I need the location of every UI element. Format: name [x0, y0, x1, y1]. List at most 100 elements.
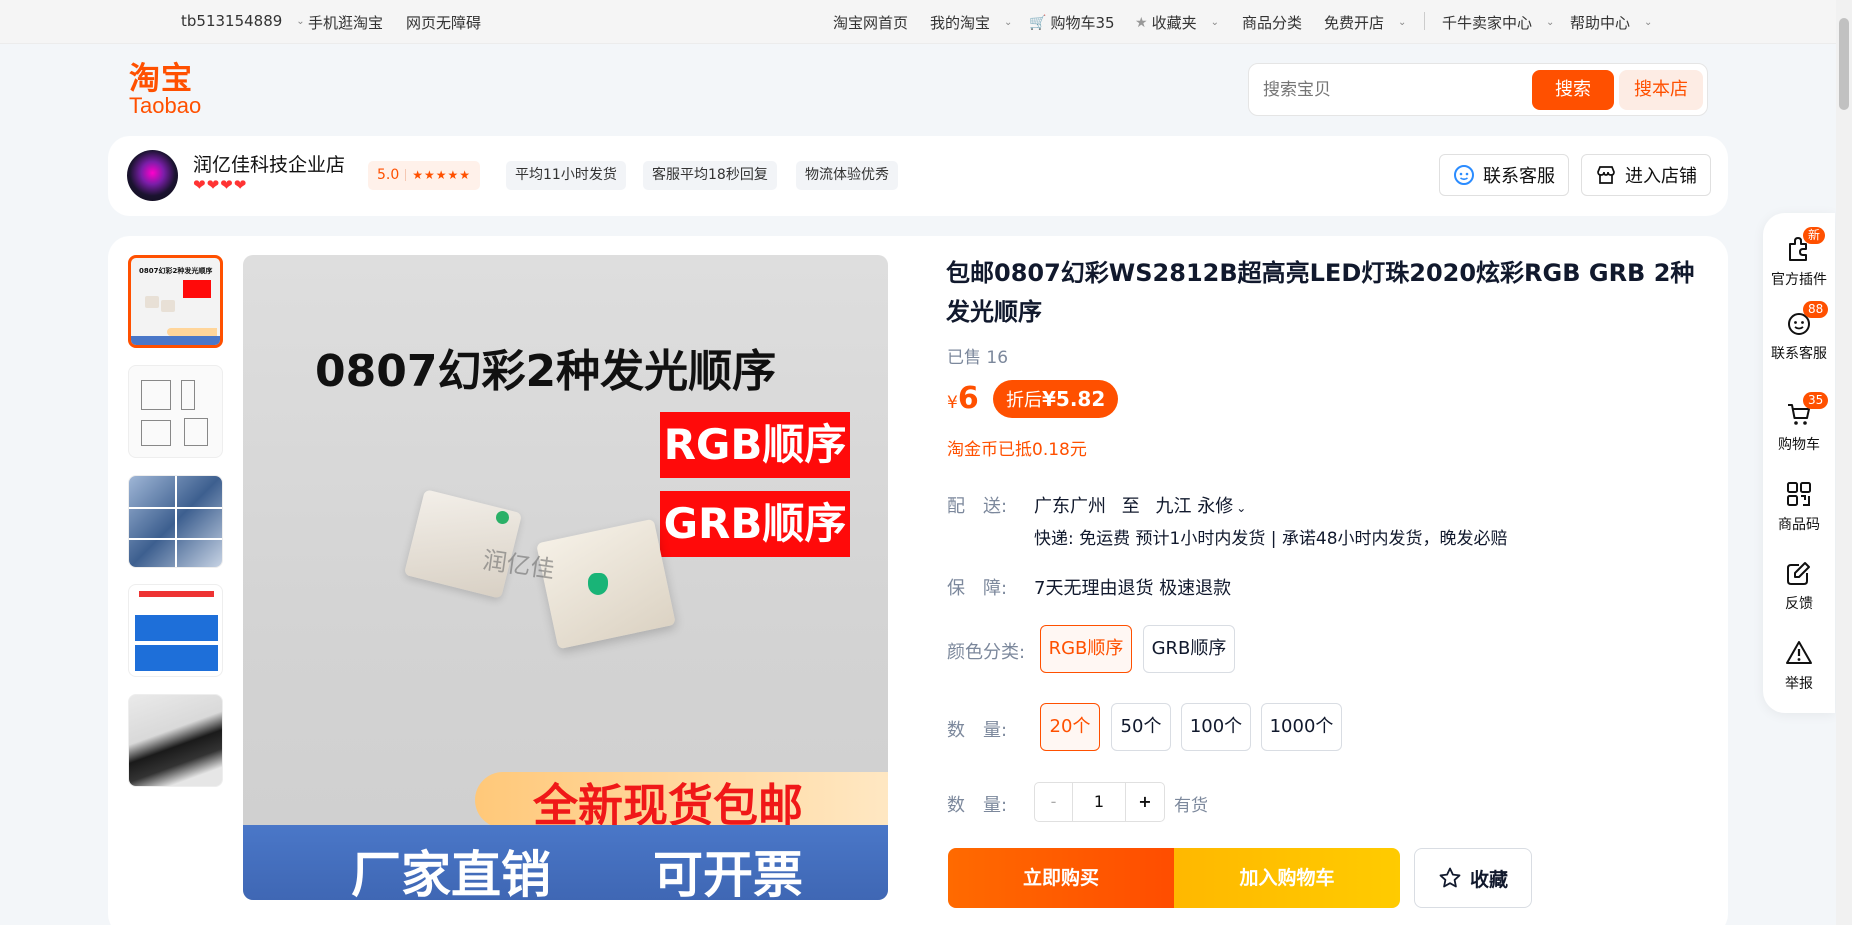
add-to-cart-button[interactable]: 加入购物车	[1174, 848, 1400, 908]
favorites-menu[interactable]: ★ 收藏夹 ⌄	[1135, 12, 1219, 33]
star-icon: ★	[1135, 14, 1148, 31]
sidebar-item-plugin[interactable]: 新 官方插件	[1763, 227, 1835, 289]
quantity-option-50[interactable]: 50个	[1111, 703, 1171, 751]
color-option-grb[interactable]: GRB顺序	[1143, 625, 1235, 673]
chevron-down-icon: ⌄	[296, 15, 305, 27]
currency-symbol: ¥	[947, 393, 958, 413]
sidebar-item-report[interactable]: 举报	[1763, 639, 1835, 693]
mobile-link[interactable]: 手机逛淘宝	[308, 12, 383, 33]
sold-count: 已售 16	[947, 348, 1009, 368]
thumbnail-5[interactable]	[128, 694, 223, 787]
guarantee-label: 保 障:	[947, 578, 1008, 599]
home-link[interactable]: 淘宝网首页	[833, 12, 908, 33]
thumbnail-1[interactable]: 0807幻彩2种发光顺序	[128, 255, 223, 348]
contact-service-button[interactable]: 联系客服	[1439, 154, 1569, 196]
thumbnail-4[interactable]	[128, 584, 223, 677]
search-button[interactable]: 搜索	[1532, 70, 1614, 110]
led-green-dot	[588, 573, 608, 595]
thumbnail-3[interactable]	[128, 475, 223, 568]
rating-value: 5.0	[377, 167, 400, 183]
shop-rating-badge: 5.0 ★★★★★	[368, 161, 481, 190]
shop-name[interactable]: 润亿佳科技企业店	[193, 150, 345, 177]
thumbnail-divider	[175, 476, 177, 567]
sidebar-item-service[interactable]: 88 联系客服	[1763, 301, 1835, 363]
quantity-decrement-button[interactable]: -	[1035, 783, 1073, 821]
thumbnail-2[interactable]	[128, 365, 223, 458]
quantity-label: 数 量:	[947, 795, 1008, 816]
shop-bar: 润亿佳科技企业店 ❤❤❤❤ 5.0 ★★★★★ 平均11小时发货 客服平均18秒回…	[108, 136, 1728, 216]
thumbnail-red-badge	[183, 280, 211, 298]
color-label: 颜色分类:	[947, 642, 1026, 663]
shop-tag-shipping: 平均11小时发货	[506, 161, 626, 190]
thumbnail-caption: 0807幻彩2种发光顺序	[139, 267, 213, 275]
my-taobao-label: 我的淘宝	[930, 14, 991, 32]
divider	[405, 169, 407, 181]
enter-shop-label: 进入店铺	[1625, 166, 1697, 187]
main-product-image[interactable]: 0807幻彩2种发光顺序 RGB顺序 GRB顺序 润亿佳 全新现货包邮 厂家直销…	[243, 255, 888, 900]
color-option-rgb[interactable]: RGB顺序	[1040, 625, 1132, 673]
quantity-stepper: - 1 +	[1034, 782, 1165, 822]
chevron-down-icon: ⌄	[1398, 17, 1407, 28]
sidebar-item-qrcode[interactable]: 商品码	[1763, 480, 1835, 534]
coin-note: 淘金币已抵0.18元	[947, 440, 1087, 460]
username-label: tb513154889	[181, 12, 283, 30]
thumbnail-led	[161, 300, 175, 312]
categories-link[interactable]: 商品分类	[1242, 12, 1302, 33]
quantity-option-label: 数 量:	[947, 720, 1008, 741]
thumbnail-diagram	[141, 420, 171, 446]
ship-to-selector[interactable]: 九江 永修 ⌄	[1155, 496, 1246, 517]
taobao-logo[interactable]: 淘宝 Taobao	[129, 62, 209, 118]
new-badge: 新	[1803, 227, 1826, 244]
help-menu[interactable]: 帮助中心 ⌄	[1570, 12, 1652, 33]
search-input[interactable]	[1263, 76, 1533, 104]
image-bottom-left: 厂家直销	[351, 846, 551, 900]
accessibility-link[interactable]: 网页无障碍	[406, 12, 481, 33]
scrollbar-thumb[interactable]	[1839, 18, 1849, 110]
search-shop-button[interactable]: 搜本店	[1619, 70, 1703, 110]
price-value: 6	[957, 381, 979, 416]
sidebar-item-cart[interactable]: 35 购物车	[1763, 392, 1835, 454]
image-bottom-right: 可开票	[653, 846, 803, 900]
quantity-input[interactable]: 1	[1073, 783, 1126, 821]
image-title: 0807幻彩2种发光顺序	[315, 346, 777, 397]
feedback-edit-icon	[1785, 559, 1813, 587]
logo-en: Taobao	[129, 93, 202, 118]
search-box: 搜索 搜本店	[1248, 63, 1708, 116]
shop-tag-logistics: 物流体验优秀	[796, 161, 898, 190]
buy-now-button[interactable]: 立即购买	[948, 848, 1174, 908]
my-taobao-menu[interactable]: 我的淘宝 ⌄	[930, 12, 1012, 33]
quantity-increment-button[interactable]: +	[1126, 783, 1164, 821]
divider	[1424, 12, 1425, 30]
service-icon: 88	[1785, 301, 1829, 337]
image-grb-badge: GRB顺序	[660, 491, 850, 557]
seller-center-label: 千牛卖家中心	[1442, 14, 1533, 32]
open-shop-menu[interactable]: 免费开店 ⌄	[1324, 12, 1406, 33]
sidebar-cart-label: 购物车	[1778, 437, 1820, 453]
guarantee-value: 7天无理由退货 极速退款	[1034, 578, 1232, 599]
username-menu[interactable]: tb513154889 ⌄	[181, 12, 305, 30]
quantity-option-1000[interactable]: 1000个	[1261, 703, 1342, 751]
thumbnail-banner	[167, 328, 217, 336]
stock-status: 有货	[1174, 796, 1208, 816]
seller-center-menu[interactable]: 千牛卖家中心 ⌄	[1442, 12, 1554, 33]
discount-price: ¥5.82	[1042, 387, 1106, 411]
thumbnail-bottom-band	[131, 336, 220, 345]
page-scrollbar[interactable]	[1836, 0, 1852, 925]
thumbnail-blue-block	[135, 615, 218, 641]
quantity-option-20[interactable]: 20个	[1040, 703, 1100, 751]
cart-link[interactable]: 🛒 购物车35	[1029, 12, 1115, 33]
thumbnail-divider	[129, 507, 222, 509]
warning-icon	[1785, 639, 1813, 667]
enter-shop-button[interactable]: 进入店铺	[1581, 154, 1711, 196]
sidebar-item-feedback[interactable]: 反馈	[1763, 559, 1835, 613]
image-bottom-band: 厂家直销 可开票	[243, 825, 888, 900]
qrcode-icon	[1785, 480, 1813, 508]
favorite-button[interactable]: 收藏	[1414, 848, 1532, 908]
open-shop-label: 免费开店	[1324, 14, 1385, 32]
quantity-option-100[interactable]: 100个	[1181, 703, 1251, 751]
shop-tag-service: 客服平均18秒回复	[643, 161, 777, 190]
chevron-down-icon: ⌄	[1236, 501, 1247, 515]
image-rgb-badge: RGB顺序	[660, 412, 850, 478]
shop-avatar[interactable]	[127, 150, 178, 201]
service-count-badge: 88	[1803, 301, 1829, 318]
